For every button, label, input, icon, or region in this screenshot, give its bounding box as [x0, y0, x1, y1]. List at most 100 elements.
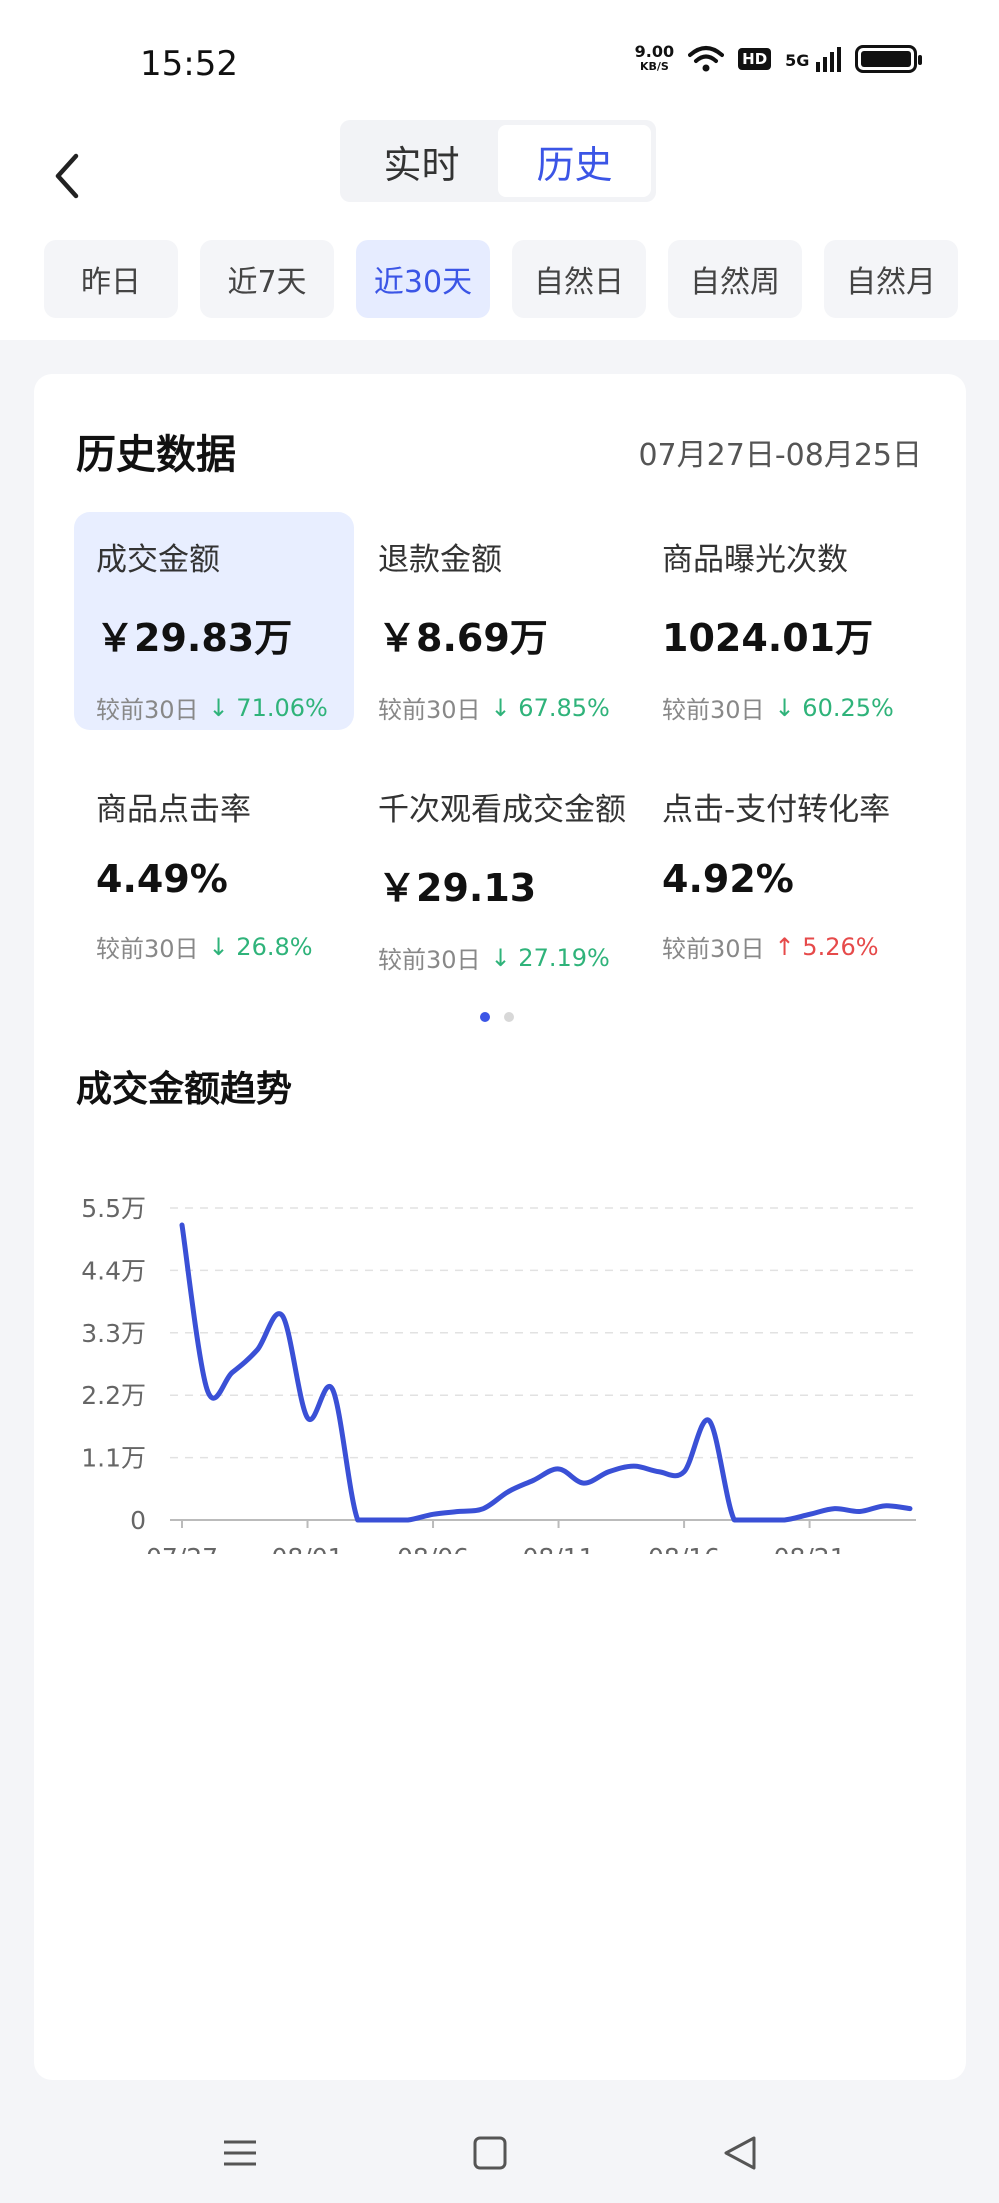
data-point[interactable] — [806, 1510, 814, 1518]
x-tick-label: 08/11 — [523, 1543, 595, 1554]
filter-natural-day[interactable]: 自然日 — [512, 240, 646, 318]
metric-compare: 较前30日 ↓ 27.19% — [378, 940, 614, 975]
metric-ctr[interactable]: 商品点击率 4.49% 较前30日 ↓ 26.8% — [74, 762, 354, 980]
change-value: 5.26% — [802, 932, 879, 961]
data-point[interactable] — [856, 1507, 864, 1515]
series-line-gmv — [179, 1222, 913, 1523]
change-down: ↓ 71.06% — [209, 694, 328, 722]
data-point[interactable] — [630, 1462, 638, 1470]
metric-label: 千次观看成交金额 — [378, 792, 626, 828]
data-point[interactable] — [780, 1516, 788, 1524]
metric-gmv[interactable]: 成交金额 ￥29.83万 较前30日 ↓ 71.06% — [74, 512, 354, 730]
status-bar: 15:52 9.00 KB/S HD 5G — [0, 0, 999, 120]
metric-label: 退款金额 — [378, 542, 502, 578]
back-triangle-icon[interactable] — [710, 2128, 770, 2178]
data-point[interactable] — [906, 1505, 914, 1513]
signal-bars-icon — [816, 47, 841, 72]
filter-natural-month[interactable]: 自然月 — [824, 240, 958, 318]
page-dot[interactable] — [504, 1012, 514, 1022]
signal-5g-icon: 5G — [785, 46, 841, 72]
data-point[interactable] — [605, 1468, 613, 1476]
data-point[interactable] — [831, 1505, 839, 1513]
metric-gpm[interactable]: 千次观看成交金额 ￥29.13 较前30日 ↓ 27.19% — [356, 762, 636, 980]
system-nav-bar — [0, 2104, 999, 2203]
x-tick-label: 07/27 — [146, 1543, 218, 1554]
x-tick-label: 08/16 — [648, 1543, 720, 1554]
data-point[interactable] — [580, 1479, 588, 1487]
data-point[interactable] — [178, 1221, 186, 1229]
y-tick-label: 5.5万 — [81, 1194, 146, 1223]
filter-natural-week[interactable]: 自然周 — [668, 240, 802, 318]
data-point[interactable] — [730, 1516, 738, 1524]
data-point[interactable] — [680, 1468, 688, 1476]
data-point[interactable] — [529, 1476, 537, 1484]
chart-title: 成交金额趋势 — [76, 1069, 293, 1110]
metric-value: 1024.01万 — [662, 616, 874, 660]
metric-label: 点击-支付转化率 — [662, 792, 891, 828]
metric-label: 商品曝光次数 — [662, 542, 848, 578]
data-point[interactable] — [228, 1369, 236, 1377]
data-point[interactable] — [504, 1488, 512, 1496]
back-arrow-icon[interactable] — [44, 138, 92, 214]
metric-exposure[interactable]: 商品曝光次数 1024.01万 较前30日 ↓ 60.25% — [640, 512, 920, 730]
metric-refund[interactable]: 退款金额 ￥8.69万 较前30日 ↓ 67.85% — [356, 512, 636, 730]
tab-realtime[interactable]: 实时 — [345, 125, 498, 197]
data-point[interactable] — [329, 1386, 337, 1394]
metric-compare: 较前30日 ↓ 67.85% — [378, 690, 614, 725]
data-point[interactable] — [555, 1465, 563, 1473]
change-down: ↓ 27.19% — [491, 944, 610, 972]
date-range: 07月27日-08月25日 — [638, 438, 922, 473]
data-point[interactable] — [354, 1516, 362, 1524]
compare-label: 较前30日 — [662, 935, 765, 963]
home-square-icon[interactable] — [460, 2128, 520, 2178]
metric-compare: 较前30日 ↓ 60.25% — [662, 690, 898, 725]
page-dot-active[interactable] — [480, 1012, 490, 1022]
change-value: 27.19% — [518, 943, 610, 972]
data-point[interactable] — [203, 1386, 211, 1394]
data-point[interactable] — [429, 1510, 437, 1518]
filter-last-7-days[interactable]: 近7天 — [200, 240, 334, 318]
metric-label: 成交金额 — [96, 542, 220, 578]
date-filters: 昨日 近7天 近30天 自然日 自然周 自然月 — [44, 240, 958, 318]
network-speed-value: 9.00 — [634, 42, 675, 61]
header: 实时 历史 昨日 近7天 近30天 自然日 自然周 自然月 — [0, 120, 999, 340]
menu-icon[interactable] — [210, 2128, 270, 2178]
tab-history[interactable]: 历史 — [498, 125, 651, 197]
card-title: 历史数据 — [76, 432, 236, 478]
metric-click-pay-conversion[interactable]: 点击-支付转化率 4.92% 较前30日 ↑ 5.26% — [640, 762, 920, 980]
metric-compare: 较前30日 ↓ 26.8% — [96, 929, 332, 964]
filter-yesterday[interactable]: 昨日 — [44, 240, 178, 318]
change-down: ↓ 60.25% — [775, 694, 894, 722]
metric-value: ￥8.69万 — [378, 616, 548, 660]
metric-value: 4.92% — [662, 857, 794, 901]
change-up: ↑ 5.26% — [775, 933, 879, 961]
arrow-down-icon: ↓ — [774, 693, 795, 722]
arrow-up-icon: ↑ — [774, 932, 795, 961]
data-point[interactable] — [881, 1502, 889, 1510]
compare-label: 较前30日 — [96, 696, 199, 724]
data-point[interactable] — [755, 1516, 763, 1524]
data-point[interactable] — [404, 1516, 412, 1524]
x-tick-label: 08/06 — [397, 1543, 469, 1554]
compare-label: 较前30日 — [378, 946, 481, 974]
y-tick-label: 3.3万 — [81, 1319, 146, 1348]
data-point[interactable] — [479, 1505, 487, 1513]
change-value: 26.8% — [236, 932, 313, 961]
change-value: 67.85% — [518, 693, 610, 722]
arrow-down-icon: ↓ — [490, 943, 511, 972]
y-tick-label: 4.4万 — [81, 1256, 146, 1285]
change-down: ↓ 26.8% — [209, 933, 313, 961]
data-point[interactable] — [454, 1507, 462, 1515]
network-type-label: 5G — [785, 51, 810, 70]
wifi-icon — [688, 46, 725, 72]
data-point[interactable] — [278, 1312, 286, 1320]
metric-compare: 较前30日 ↑ 5.26% — [662, 929, 898, 964]
data-point[interactable] — [705, 1417, 713, 1425]
filter-last-30-days[interactable]: 近30天 — [356, 240, 490, 318]
data-point[interactable] — [304, 1414, 312, 1422]
data-point[interactable] — [379, 1516, 387, 1524]
hd-icon: HD — [738, 48, 772, 70]
data-point[interactable] — [655, 1468, 663, 1476]
data-point[interactable] — [253, 1346, 261, 1354]
network-speed: 9.00 KB/S — [635, 44, 674, 74]
